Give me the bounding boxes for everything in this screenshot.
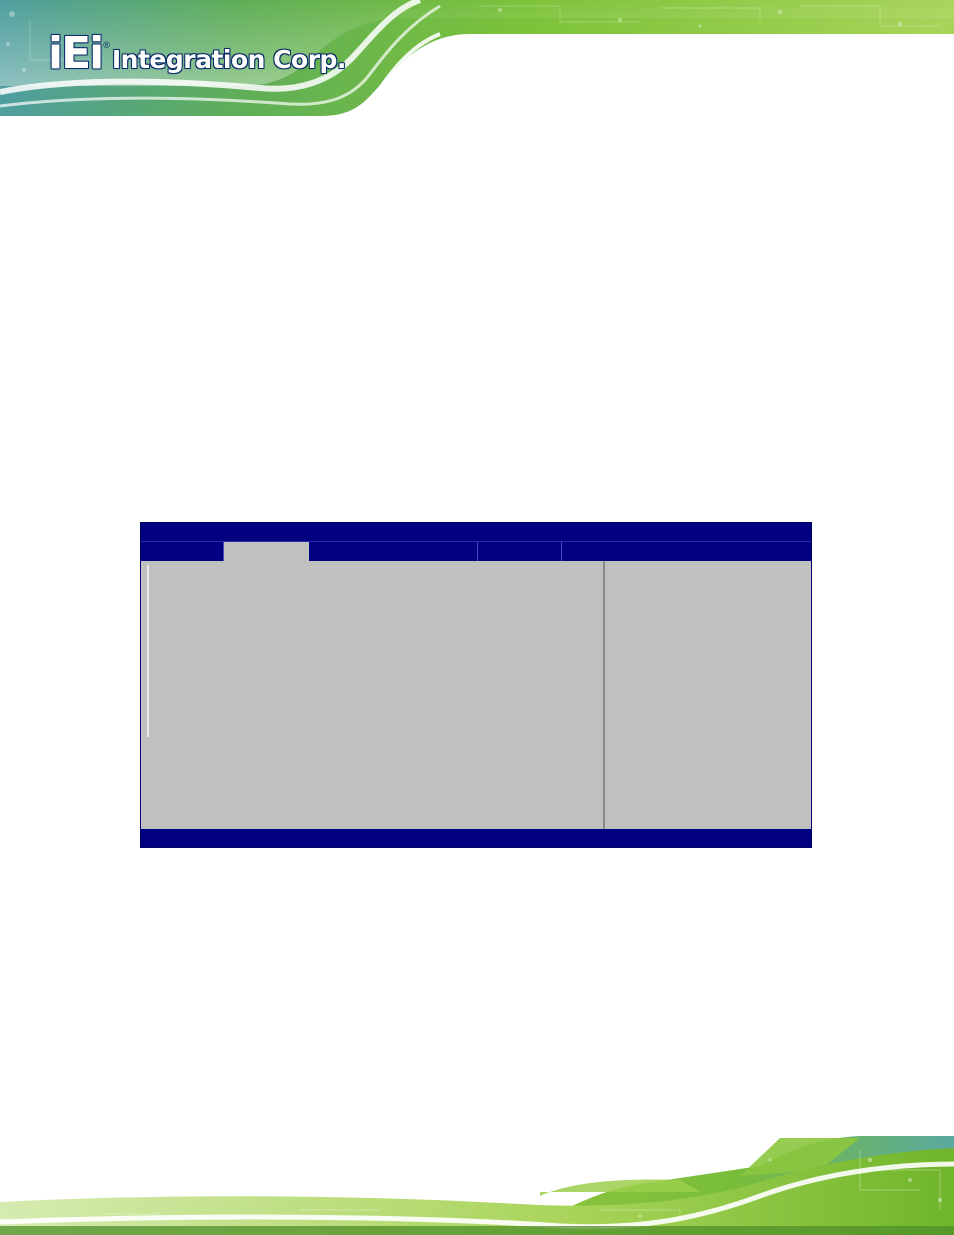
bios-settings-panel bbox=[141, 561, 603, 829]
logo-company-name: Integration Corp. bbox=[111, 45, 347, 74]
bios-tab-5[interactable] bbox=[562, 542, 811, 562]
bios-scroll-indicator[interactable] bbox=[147, 565, 149, 737]
bios-status-bar bbox=[141, 829, 811, 847]
logo-mark: iEi bbox=[48, 28, 104, 79]
bios-tab-1[interactable] bbox=[141, 542, 224, 562]
bios-tab-3[interactable] bbox=[309, 542, 478, 562]
footer-banner bbox=[0, 1130, 954, 1235]
bios-help-panel bbox=[603, 561, 811, 829]
bios-tab-4[interactable] bbox=[478, 542, 562, 562]
logo-registered-mark: ® bbox=[103, 40, 110, 50]
bios-screenshot bbox=[140, 522, 812, 848]
bios-title-bar bbox=[141, 523, 811, 541]
bios-tab-2-active[interactable] bbox=[224, 542, 309, 562]
company-logo: iEi ® Integration Corp. bbox=[48, 26, 346, 76]
footer-swoosh-graphic bbox=[0, 1136, 954, 1235]
bios-menu-tabs bbox=[141, 541, 811, 562]
header-banner: iEi ® Integration Corp. bbox=[0, 0, 954, 118]
